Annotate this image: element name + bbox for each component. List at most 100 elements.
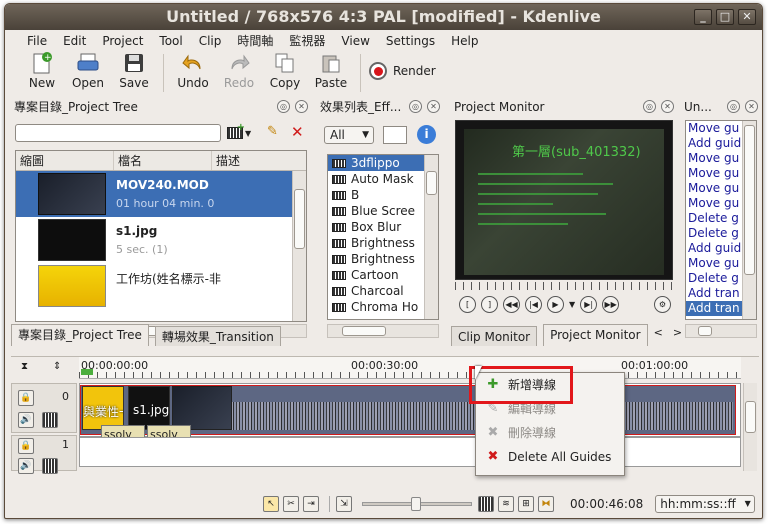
timeline-vertical-scrollbar[interactable] [743, 383, 757, 471]
menu-clip[interactable]: Clip [191, 30, 230, 50]
list-item[interactable]: B [328, 187, 438, 203]
paste-button[interactable]: Paste [308, 52, 354, 96]
close-panel-icon[interactable]: ✕ [661, 100, 674, 113]
tab-clip-monitor[interactable]: Clip Monitor [451, 326, 538, 346]
track-1[interactable] [79, 437, 741, 467]
render-button[interactable]: Render [367, 52, 440, 82]
menu-view[interactable]: View [333, 30, 377, 50]
monitor-screen[interactable]: 第一層(sub_401332) [455, 120, 673, 280]
menu-timeline[interactable]: 時間軸 [229, 30, 281, 50]
edit-clip-icon[interactable]: ✎ [267, 124, 283, 141]
tab-scroll-left-icon[interactable]: < [654, 326, 663, 346]
menu-project[interactable]: Project [94, 30, 151, 50]
float-panel-icon[interactable]: ◎ [277, 100, 290, 113]
vertical-scrollbar[interactable] [424, 155, 438, 319]
project-tree-panel: 專案目錄_Project Tree ◎ ✕ + ▼ ✎ ✕ 縮圖 檔名 描述 MO… [11, 98, 311, 350]
fit-zoom-icon[interactable]: ⇲ [336, 496, 352, 512]
float-panel-icon[interactable]: ◎ [727, 100, 740, 113]
float-panel-icon[interactable]: ◎ [643, 100, 656, 113]
monitor-ruler[interactable] [455, 282, 673, 290]
tab-project-monitor[interactable]: Project Monitor [543, 324, 648, 346]
timeline-clip[interactable]: 與業性一禁 [82, 386, 124, 430]
save-button[interactable]: Save [111, 52, 157, 96]
column-filename[interactable]: 檔名 [114, 151, 212, 170]
close-panel-icon[interactable]: ✕ [427, 100, 440, 113]
audio-mute-icon[interactable]: 🔊 [18, 458, 34, 474]
next-frame-icon[interactable]: ▶| [580, 296, 598, 313]
play-icon[interactable]: ▶ [547, 296, 564, 313]
menu-file[interactable]: File [19, 30, 55, 50]
previous-frame-icon[interactable]: |◀ [525, 296, 542, 313]
timeline-zoom-fit-icon[interactable]: ⧗ [21, 361, 28, 372]
audio-mute-icon[interactable]: 🔊 [18, 412, 34, 428]
open-button[interactable]: Open [65, 52, 111, 96]
timeline-clip[interactable]: s1.jpg [128, 386, 170, 430]
horizontal-scrollbar[interactable] [685, 324, 757, 338]
tab-transition[interactable]: 轉場效果_Transition [154, 326, 281, 346]
timeline-ruler[interactable]: 00:00:00:00 00:00:30:00 00:01:00:00 [79, 357, 741, 379]
tab-project-tree[interactable]: 專案目錄_Project Tree [11, 324, 149, 346]
show-markers-icon[interactable]: ⊞ [518, 496, 534, 512]
horizontal-scrollbar[interactable] [327, 324, 439, 338]
effect-filter-select[interactable]: All ▼ [324, 126, 374, 144]
list-item[interactable]: Box Blur [328, 219, 438, 235]
effect-search-input[interactable] [383, 126, 407, 144]
zone-end-icon[interactable]: ] [481, 296, 498, 313]
video-mute-icon[interactable] [42, 412, 58, 428]
list-item[interactable]: Brightness [328, 235, 438, 251]
list-item[interactable]: Auto Mask [328, 171, 438, 187]
forward-icon[interactable]: ▶▶ [602, 296, 620, 313]
timecode-format-select[interactable]: hh:mm:ss::ff ▼ [655, 495, 755, 513]
video-thumbnails-icon[interactable] [478, 496, 494, 512]
add-clip-button[interactable]: + ▼ [227, 122, 257, 142]
menu-edit[interactable]: Edit [55, 30, 94, 50]
zone-start-icon[interactable]: [ [459, 296, 476, 313]
menu-tool[interactable]: Tool [151, 30, 190, 50]
search-input[interactable] [15, 124, 221, 142]
list-item[interactable]: Charcoal [328, 283, 438, 299]
list-item[interactable]: Chroma Ho [328, 299, 438, 315]
lock-icon[interactable]: 🔒 [18, 390, 34, 406]
column-thumbnail[interactable]: 縮圖 [16, 151, 114, 170]
timeline-collapse-icon[interactable]: ⇕ [53, 361, 61, 372]
menu-settings[interactable]: Settings [378, 30, 443, 50]
delete-all-guides-menu-item[interactable]: ✖ Delete All Guides [476, 445, 624, 469]
razor-tool-icon[interactable]: ✂ [283, 496, 299, 512]
list-item[interactable]: Cartoon [328, 267, 438, 283]
monitor-panel: Project Monitor ◎ ✕ 第一層(sub_401332) [ ] ◀… [451, 98, 677, 346]
copy-button[interactable]: Copy [262, 52, 308, 96]
column-description[interactable]: 描述 [212, 151, 292, 170]
delete-guide-menu-item[interactable]: ✖ 刪除導線 [476, 421, 624, 445]
list-item[interactable]: s1.jpg 5 sec. (1) [16, 217, 294, 263]
info-icon[interactable]: i [417, 125, 436, 144]
vertical-scrollbar[interactable] [742, 121, 756, 319]
delete-clip-icon[interactable]: ✕ [291, 123, 304, 141]
minimize-button[interactable]: _ [694, 9, 712, 25]
float-panel-icon[interactable]: ◎ [409, 100, 422, 113]
close-button[interactable]: ✕ [738, 9, 756, 25]
lock-icon[interactable]: 🔒 [18, 438, 34, 454]
zoom-slider[interactable] [362, 497, 472, 511]
snap-icon[interactable]: ⧓ [538, 496, 554, 512]
video-mute-icon[interactable] [42, 458, 58, 474]
redo-button[interactable]: Redo [216, 52, 262, 96]
maximize-button[interactable]: □ [716, 9, 734, 25]
undo-button[interactable]: Undo [170, 52, 216, 96]
list-item[interactable]: Blue Scree [328, 203, 438, 219]
vertical-scrollbar[interactable] [292, 171, 306, 321]
menu-monitor[interactable]: 監視器 [281, 30, 333, 50]
menu-help[interactable]: Help [443, 30, 486, 50]
list-item[interactable]: MOV240.MOD 01 hour 04 min. 0 [16, 171, 294, 217]
close-panel-icon[interactable]: ✕ [295, 100, 308, 113]
new-button[interactable]: + New [19, 52, 65, 96]
rewind-icon[interactable]: ◀◀ [503, 296, 520, 313]
monitor-settings-icon[interactable]: ⚙ [654, 296, 671, 313]
list-item[interactable]: 工作坊(姓名標示-非 [16, 263, 294, 309]
chevron-down-icon[interactable]: ▼ [569, 296, 575, 313]
list-item[interactable]: 3dflippo [328, 155, 438, 171]
list-item[interactable]: Brightness [328, 251, 438, 267]
spacer-tool-icon[interactable]: ⇥ [303, 496, 319, 512]
select-tool-icon[interactable]: ↖ [263, 496, 279, 512]
close-panel-icon[interactable]: ✕ [745, 100, 758, 113]
audio-thumbnails-icon[interactable]: ≋ [498, 496, 514, 512]
